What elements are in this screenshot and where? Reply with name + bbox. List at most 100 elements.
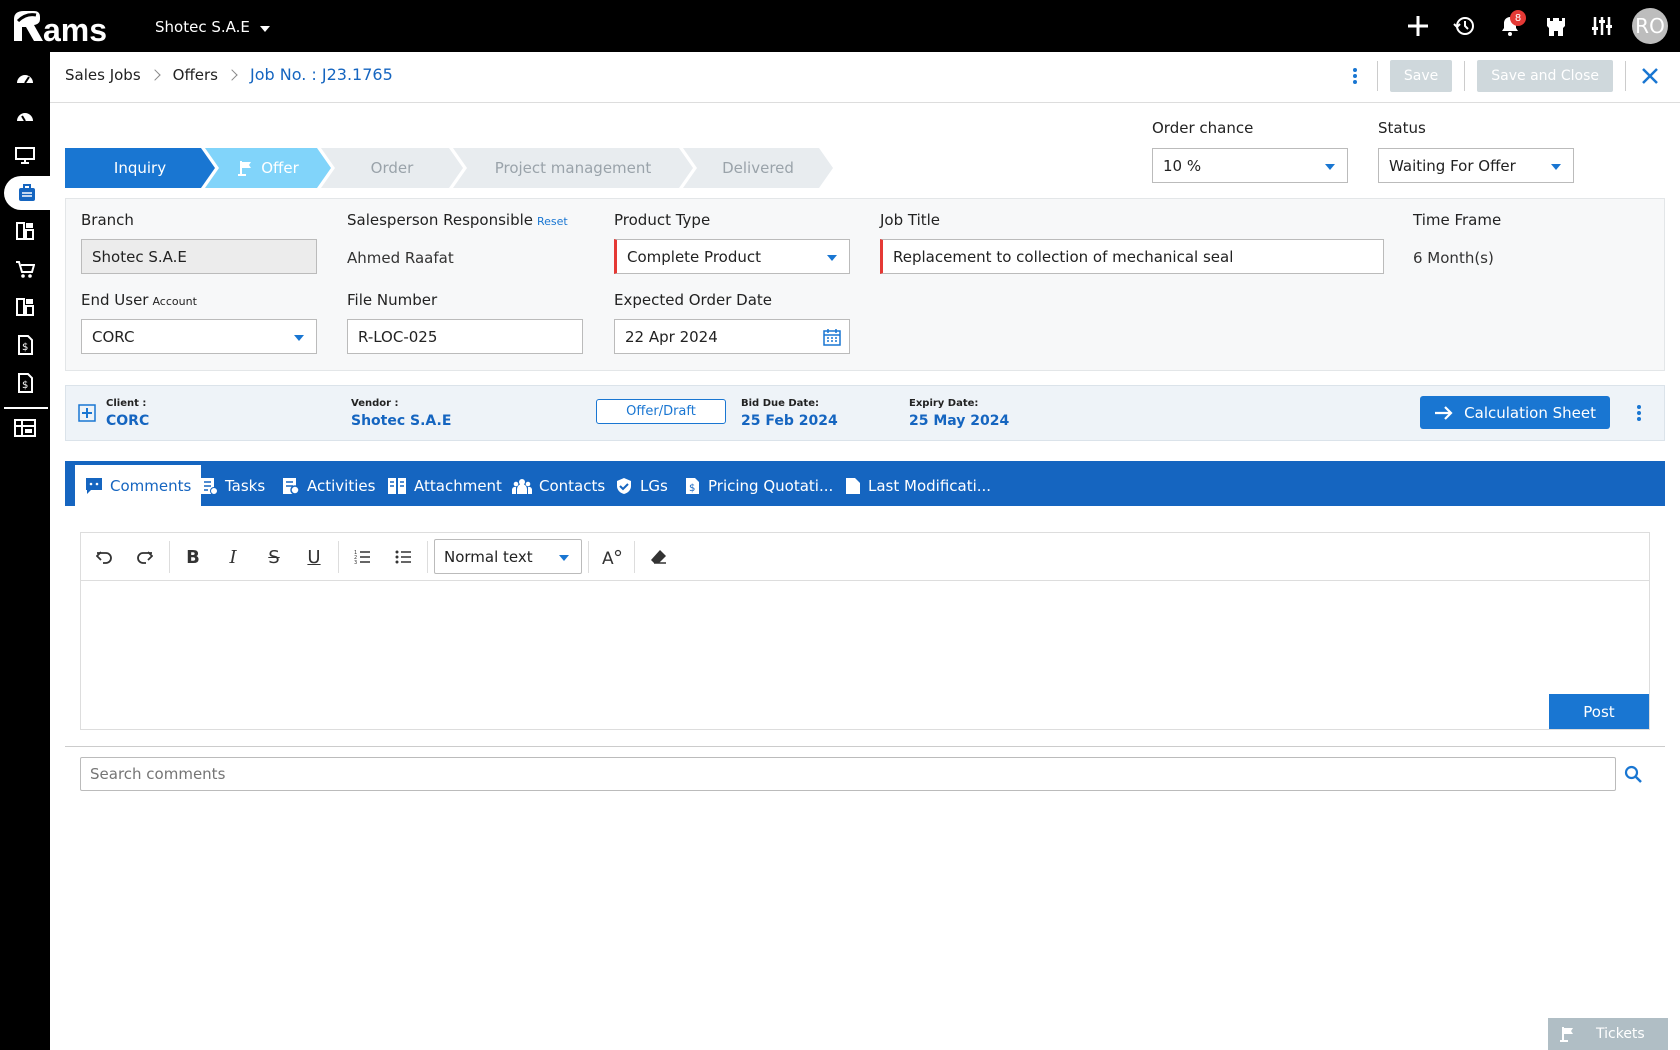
end-user-select[interactable]: CORC xyxy=(81,319,317,354)
history-icon[interactable] xyxy=(1448,8,1480,44)
company-selector[interactable]: Shotec S.A.E xyxy=(155,18,270,36)
app-logo[interactable]: ams xyxy=(10,6,130,46)
step-label: Project management xyxy=(494,159,652,177)
redo-icon[interactable] xyxy=(130,543,160,571)
order-chance-select[interactable]: 10 % xyxy=(1152,148,1348,183)
flag-icon xyxy=(1560,1027,1573,1042)
speedometer-icon[interactable] xyxy=(0,100,50,134)
chevron-down-icon xyxy=(1551,164,1561,170)
calculation-sheet-button[interactable]: Calculation Sheet xyxy=(1420,396,1610,429)
close-icon[interactable] xyxy=(1638,61,1662,91)
tab-pricing-quotation[interactable]: $ Pricing Quotati... xyxy=(673,465,843,506)
text-format-select[interactable]: Normal text xyxy=(434,539,582,574)
post-button[interactable]: Post xyxy=(1549,694,1649,729)
client-label: Client : xyxy=(106,398,147,409)
save-button[interactable]: Save xyxy=(1389,60,1453,92)
comment-editor: B I S U 123 Normal text A Post xyxy=(80,532,1650,730)
sliders-icon[interactable] xyxy=(1586,8,1618,44)
bullet-list-icon[interactable] xyxy=(388,543,418,571)
svg-text:$: $ xyxy=(689,483,695,494)
flag-icon xyxy=(237,159,255,177)
tab-label: Pricing Quotati... xyxy=(708,476,834,495)
castle-icon[interactable] xyxy=(1540,8,1572,44)
tab-tasks[interactable]: Tasks xyxy=(190,465,275,506)
divider xyxy=(1376,61,1378,91)
expected-order-date-input[interactable]: 22 Apr 2024 xyxy=(614,319,850,354)
eraser-icon[interactable] xyxy=(644,543,674,571)
search-icon[interactable] xyxy=(1616,757,1650,791)
breadcrumb-offers[interactable]: Offers xyxy=(173,66,218,84)
expand-icon[interactable] xyxy=(78,404,96,422)
step-project-management[interactable]: Project management xyxy=(453,148,693,188)
italic-icon[interactable]: I xyxy=(218,543,248,571)
calculation-sheet-label: Calculation Sheet xyxy=(1464,403,1596,422)
bid-due-date-value: 25 Feb 2024 xyxy=(741,413,838,429)
dashboard-icon[interactable] xyxy=(0,62,50,96)
step-label: Offer xyxy=(261,159,299,177)
product-type-label: Product Type xyxy=(614,211,711,229)
offer-info-bar: Client : CORC Vendor : Shotec S.A.E Offe… xyxy=(65,385,1665,441)
notifications-badge: 8 xyxy=(1510,10,1526,26)
briefcase-icon[interactable] xyxy=(4,176,50,210)
undo-icon[interactable] xyxy=(89,543,119,571)
notifications-bell-icon[interactable]: 8 xyxy=(1494,8,1526,44)
end-user-value: CORC xyxy=(92,327,135,346)
toolbar-divider xyxy=(427,541,428,573)
step-inquiry[interactable]: Inquiry xyxy=(65,148,215,188)
tab-lgs[interactable]: LGs xyxy=(605,465,678,506)
chevron-right-icon xyxy=(148,68,161,81)
shield-check-icon xyxy=(617,477,631,494)
tickets-button[interactable]: Tickets xyxy=(1548,1018,1668,1050)
salesperson-reset-link[interactable]: Reset xyxy=(537,215,568,228)
monitor-icon[interactable] xyxy=(0,138,50,172)
editor-toolbar: B I S U 123 Normal text A xyxy=(81,533,1649,581)
job-details-panel: Branch Shotec S.A.E Salesperson Responsi… xyxy=(65,198,1665,371)
search-comments-input[interactable] xyxy=(80,757,1616,791)
tickets-label: Tickets xyxy=(1596,1026,1645,1042)
modules-icon[interactable] xyxy=(0,214,50,248)
product-type-value: Complete Product xyxy=(627,247,762,266)
tab-label: LGs xyxy=(640,476,668,495)
client-value[interactable]: CORC xyxy=(106,413,149,429)
add-icon[interactable] xyxy=(1402,8,1434,44)
step-order[interactable]: Order xyxy=(321,148,463,188)
vendor-value[interactable]: Shotec S.A.E xyxy=(351,413,451,429)
layout-icon[interactable] xyxy=(0,290,50,324)
product-type-select[interactable]: Complete Product xyxy=(614,239,850,274)
strikethrough-icon[interactable]: S xyxy=(259,543,289,571)
bold-icon[interactable]: B xyxy=(178,543,208,571)
tab-label: Comments xyxy=(110,476,192,495)
file-number-input[interactable]: R-LOC-025 xyxy=(347,319,583,354)
billing-icon[interactable]: $ xyxy=(0,366,50,400)
top-bar: ams Shotec S.A.E 8 RO xyxy=(0,0,1680,52)
status-select[interactable]: Waiting For Offer xyxy=(1378,148,1574,183)
reports-icon[interactable] xyxy=(0,411,50,445)
chevron-down-icon xyxy=(827,255,837,261)
step-offer[interactable]: Offer xyxy=(205,148,331,188)
tab-comments[interactable]: Comments xyxy=(75,465,202,506)
chevron-down-icon xyxy=(559,555,569,561)
tab-label: Last Modificati... xyxy=(868,476,992,495)
tab-attachment[interactable]: Attachment xyxy=(377,465,512,506)
tab-activities[interactable]: Activities xyxy=(272,465,385,506)
invoice-icon[interactable]: $ xyxy=(0,328,50,362)
breadcrumb-sales-jobs[interactable]: Sales Jobs xyxy=(65,66,141,84)
cart-icon[interactable] xyxy=(0,252,50,286)
step-delivered[interactable]: Delivered xyxy=(683,148,833,188)
underline-icon[interactable]: U xyxy=(299,543,329,571)
more-vertical-icon[interactable] xyxy=(1636,404,1642,426)
save-and-close-button[interactable]: Save and Close xyxy=(1477,60,1613,92)
font-size-icon[interactable]: A xyxy=(597,543,627,571)
user-avatar[interactable]: RO xyxy=(1632,8,1668,44)
more-vertical-icon[interactable] xyxy=(1345,61,1365,91)
tab-contacts[interactable]: Contacts xyxy=(502,465,615,506)
ordered-list-icon[interactable]: 123 xyxy=(347,543,377,571)
svg-text:$: $ xyxy=(22,380,28,391)
order-chance-label: Order chance xyxy=(1152,119,1254,137)
calendar-icon[interactable] xyxy=(823,328,841,346)
chevron-down-icon xyxy=(1325,164,1335,170)
tab-last-modification[interactable]: Last Modificati... xyxy=(835,465,1001,506)
page-header: Sales Jobs Offers Job No. : J23.1765 Sav… xyxy=(50,52,1680,103)
step-label: Order xyxy=(370,159,414,177)
job-title-input[interactable]: Replacement to collection of mechanical … xyxy=(880,239,1384,274)
